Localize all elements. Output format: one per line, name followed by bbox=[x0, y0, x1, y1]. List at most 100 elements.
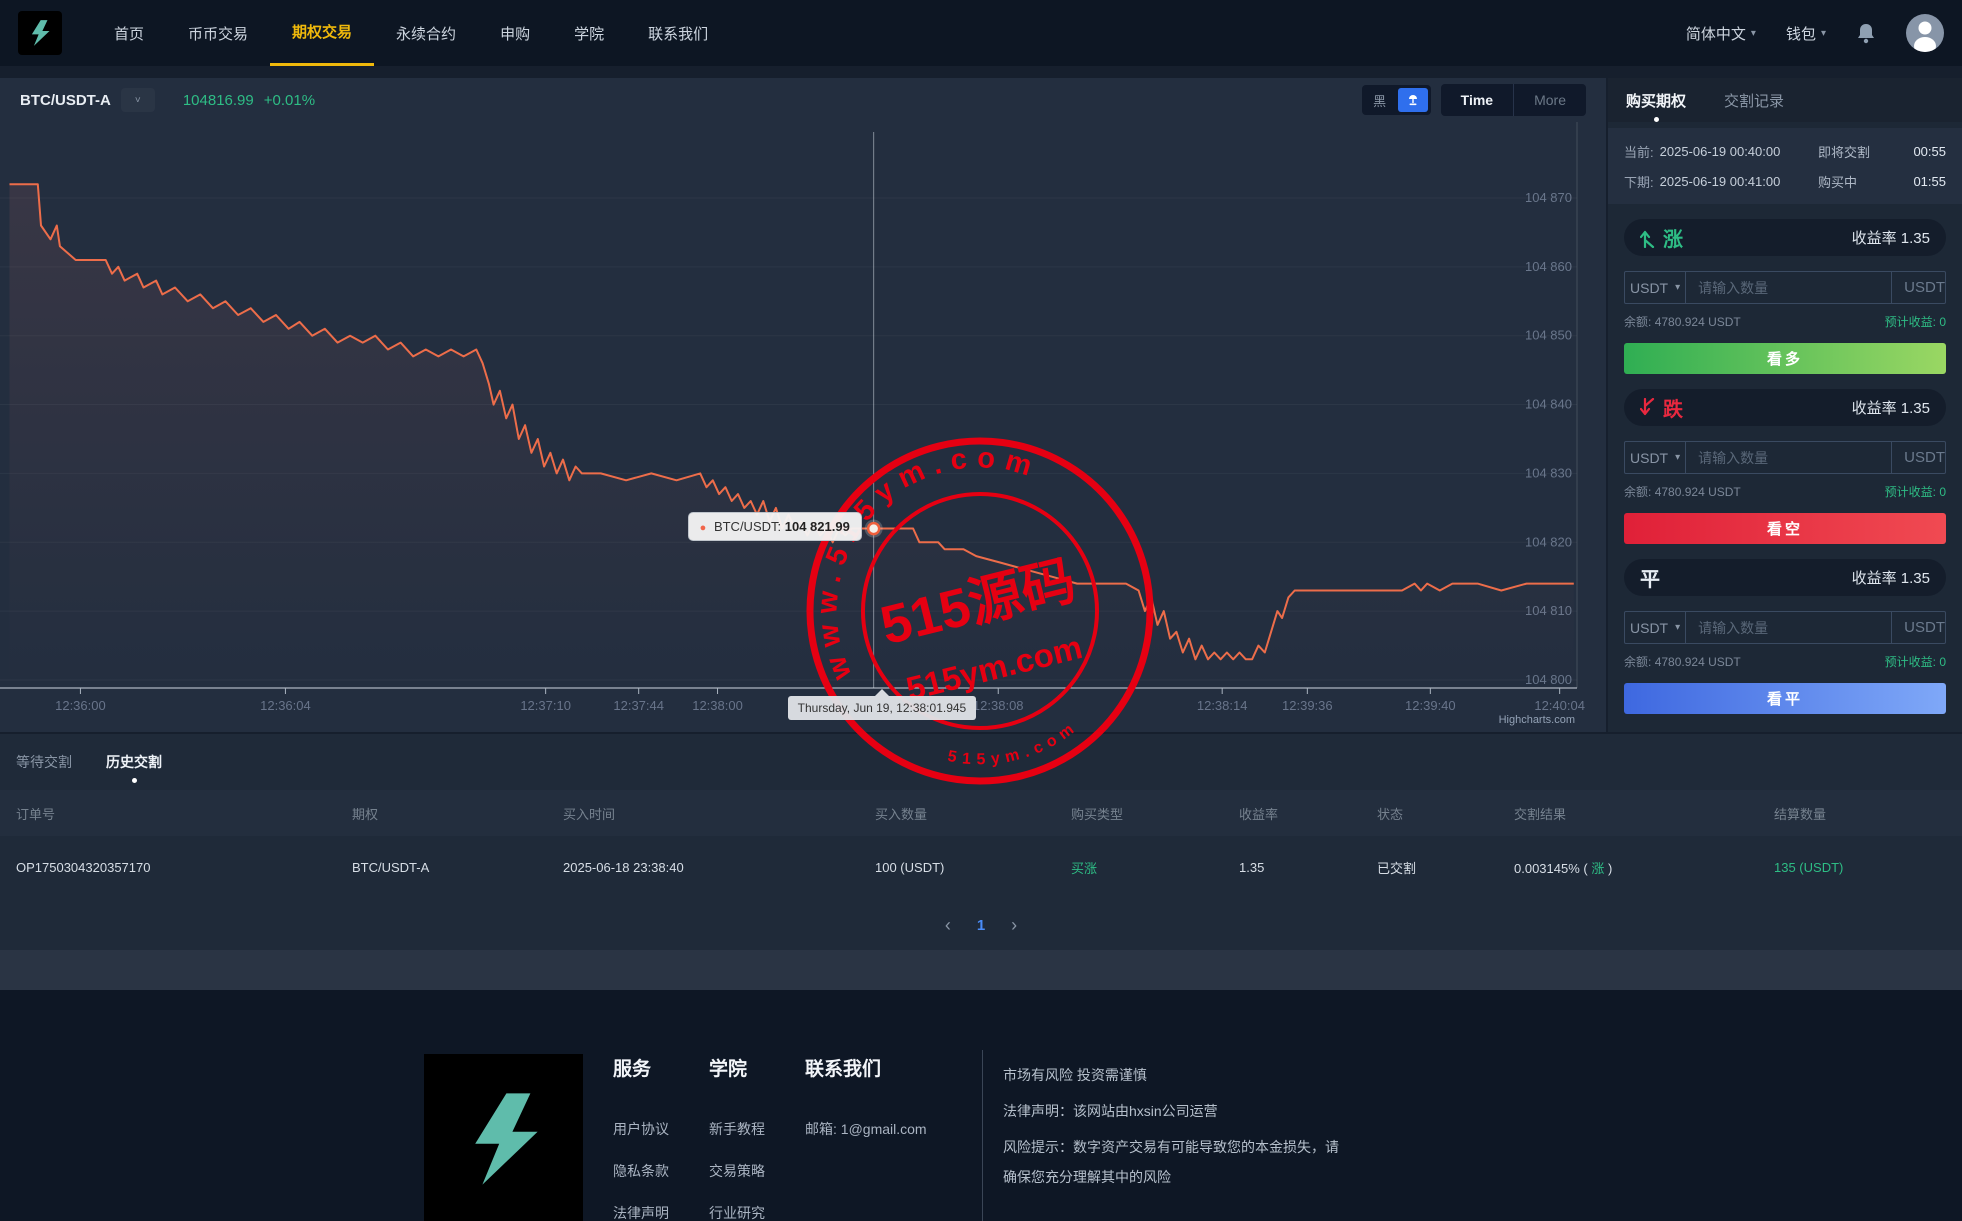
nav-item-options[interactable]: 期权交易 bbox=[270, 0, 375, 66]
next-countdown: 01:55 bbox=[1913, 173, 1946, 189]
down-amount-input[interactable] bbox=[1686, 442, 1892, 473]
rate-value: 1.35 bbox=[1900, 400, 1930, 417]
footer-link-email[interactable]: 邮箱: 1@gmail.com bbox=[805, 1119, 980, 1139]
footer-link-beginner[interactable]: 新手教程 bbox=[709, 1119, 805, 1139]
flat-currency-select[interactable]: USDT ▾ bbox=[1625, 612, 1687, 643]
cell-option: BTC/USDT-A bbox=[352, 859, 430, 875]
tab-delivery-records[interactable]: 交割记录 bbox=[1724, 90, 1784, 111]
down-currency-select[interactable]: USDT ▾ bbox=[1625, 442, 1687, 473]
nav-item-subscribe[interactable]: 申购 bbox=[478, 0, 552, 66]
footer-logo bbox=[424, 1054, 583, 1221]
col-result: 交割结果 bbox=[1514, 806, 1567, 822]
chart-time-tooltip: Thursday, Jun 19, 12:38:01.945 bbox=[787, 689, 977, 720]
lightning-logo-icon bbox=[443, 1079, 564, 1199]
col-buy-time: 买入时间 bbox=[563, 806, 616, 822]
nav-item-spot[interactable]: 币币交易 bbox=[166, 0, 270, 66]
footer-link-privacy[interactable]: 隐私条款 bbox=[613, 1161, 709, 1181]
buy-long-button[interactable]: 看多 bbox=[1624, 343, 1946, 374]
flat-amount-input[interactable] bbox=[1686, 612, 1892, 643]
light-theme-button[interactable] bbox=[1397, 88, 1428, 112]
up-amount-input[interactable] bbox=[1686, 272, 1892, 303]
svg-text:104 850: 104 850 bbox=[1525, 328, 1572, 343]
tab-pending-delivery[interactable]: 等待交割 bbox=[16, 752, 72, 772]
footer-link-legal[interactable]: 法律声明 bbox=[613, 1203, 709, 1221]
language-selector[interactable]: 简体中文 ▾ bbox=[1686, 23, 1756, 44]
profit-label: 预计收益: bbox=[1884, 485, 1936, 499]
footer-link-user-agreement[interactable]: 用户协议 bbox=[613, 1119, 709, 1139]
footer-risk-notice-3: 确保您充分理解其中的风险 bbox=[1003, 1169, 1171, 1185]
tab-buy-options[interactable]: 购买期权 bbox=[1626, 90, 1687, 122]
chart-credit-link[interactable]: Highcharts.com bbox=[1499, 714, 1575, 726]
rate-label: 收益率 bbox=[1851, 400, 1897, 417]
tab-history-delivery-label: 历史交割 bbox=[106, 754, 162, 770]
active-tab-dot bbox=[1654, 116, 1659, 122]
next-label: 下期: bbox=[1624, 174, 1654, 190]
tooltip-value: 104 821.99 bbox=[784, 518, 850, 534]
price-change: +0.01% bbox=[263, 91, 316, 109]
trend-down-icon bbox=[1640, 397, 1655, 415]
pair-selector-button[interactable]: ˅ bbox=[120, 88, 155, 112]
result-suffix: ) bbox=[1608, 860, 1613, 876]
flat-currency-suffix: USDT bbox=[1891, 612, 1945, 643]
result-tag: 涨 bbox=[1591, 860, 1605, 876]
footer-legal-notice: 法律声明：该网站由hxsin公司运营 bbox=[1003, 1103, 1218, 1119]
svg-text:12:40:04: 12:40:04 bbox=[1534, 698, 1585, 713]
trade-panel: 购买期权 交割记录 当前: 2025-06-19 00:40:00 即将交割 0… bbox=[1608, 78, 1962, 732]
buy-flat-button[interactable]: 看平 bbox=[1624, 683, 1946, 714]
profit-value: 0 bbox=[1939, 655, 1946, 669]
col-buy-type: 购买类型 bbox=[1071, 806, 1124, 822]
spacer-band bbox=[0, 950, 1962, 990]
brand-logo[interactable] bbox=[18, 11, 62, 55]
top-nav: 首页 币币交易 期权交易 永续合约 申购 学院 联系我们 简体中文 ▾ 钱包 ▾ bbox=[0, 0, 1962, 66]
more-intervals-button[interactable]: More bbox=[1513, 84, 1586, 116]
section-flat: 平 收益率 1.35 USDT ▾ USDT 余额: 4780.924 USDT bbox=[1608, 559, 1962, 714]
pagination: ‹ 1 › bbox=[0, 910, 1962, 940]
section-down: 跌 收益率 1.35 USDT ▾ USDT 余额: 4780.924 USDT bbox=[1608, 389, 1962, 544]
col-option: 期权 bbox=[352, 806, 379, 822]
price-chart-area[interactable]: 104 800104 810104 820104 830104 840104 8… bbox=[0, 122, 1606, 785]
user-avatar[interactable] bbox=[1906, 14, 1944, 52]
table-row[interactable]: OP1750304320357170 BTC/USDT-A 2025-06-18… bbox=[0, 836, 1962, 898]
nav-item-perpetual[interactable]: 永续合约 bbox=[374, 0, 478, 66]
footer-divider bbox=[982, 1050, 983, 1221]
wallet-label: 钱包 bbox=[1785, 25, 1816, 43]
svg-text:104 870: 104 870 bbox=[1525, 190, 1572, 205]
nav-item-contact[interactable]: 联系我们 bbox=[626, 0, 730, 66]
balance-value: 4780.924 USDT bbox=[1654, 315, 1741, 329]
svg-text:104 830: 104 830 bbox=[1525, 465, 1572, 480]
current-round-row: 当前: 2025-06-19 00:40:00 即将交割 00:55 bbox=[1624, 136, 1946, 166]
page-number[interactable]: 1 bbox=[977, 917, 985, 934]
dark-theme-button[interactable]: 黑 bbox=[1365, 88, 1395, 112]
wallet-menu[interactable]: 钱包 ▾ bbox=[1786, 23, 1826, 44]
cell-buy-time: 2025-06-18 23:38:40 bbox=[563, 859, 684, 875]
profit-value: 0 bbox=[1939, 315, 1946, 329]
bell-icon[interactable] bbox=[1856, 22, 1876, 44]
footer-link-strategy[interactable]: 交易策略 bbox=[709, 1161, 805, 1181]
tab-buy-options-label: 购买期权 bbox=[1626, 92, 1687, 110]
up-name: 涨 bbox=[1663, 229, 1683, 251]
nav-item-academy[interactable]: 学院 bbox=[552, 0, 626, 66]
profit-label: 预计收益: bbox=[1884, 655, 1936, 669]
language-label: 简体中文 bbox=[1685, 25, 1746, 43]
up-currency-select[interactable]: USDT ▾ bbox=[1625, 272, 1687, 303]
footer-link-research[interactable]: 行业研究 bbox=[709, 1203, 805, 1221]
nav-item-home[interactable]: 首页 bbox=[92, 0, 166, 66]
cell-status: 已交割 bbox=[1377, 860, 1417, 876]
tab-history-delivery[interactable]: 历史交割 bbox=[106, 752, 162, 783]
rate-value: 1.35 bbox=[1900, 230, 1930, 247]
next-page-button[interactable]: › bbox=[1011, 915, 1017, 936]
chevron-down-icon: ▾ bbox=[1675, 282, 1681, 293]
balance-value: 4780.924 USDT bbox=[1654, 485, 1741, 499]
footer-col-contact: 联系我们 邮箱: 1@gmail.com bbox=[805, 1054, 980, 1221]
svg-text:104 820: 104 820 bbox=[1525, 534, 1572, 549]
balance-label: 余额: bbox=[1624, 655, 1652, 669]
series-dot-icon: ● bbox=[699, 521, 707, 534]
time-interval-button[interactable]: Time bbox=[1441, 84, 1513, 116]
profit-value: 0 bbox=[1939, 485, 1946, 499]
prev-page-button[interactable]: ‹ bbox=[945, 915, 951, 936]
next-round-row: 下期: 2025-06-19 00:41:00 购买中 01:55 bbox=[1624, 166, 1946, 196]
footer-col-academy: 学院 新手教程 交易策略 行业研究 bbox=[709, 1054, 805, 1221]
buy-short-button[interactable]: 看空 bbox=[1624, 513, 1946, 544]
rate-value: 1.35 bbox=[1900, 570, 1930, 587]
currency-label: USDT bbox=[1630, 279, 1669, 296]
